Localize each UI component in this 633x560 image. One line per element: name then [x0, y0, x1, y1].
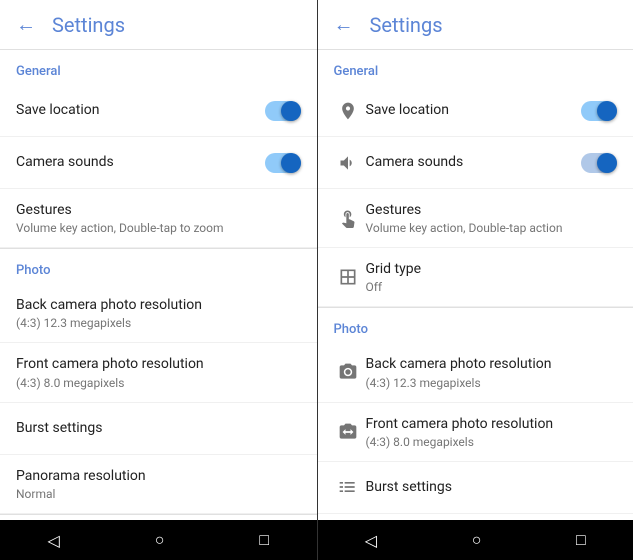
camera-back-icon	[334, 362, 362, 382]
left-gestures[interactable]: Gestures Volume key action, Double-tap t…	[0, 189, 317, 248]
right-title: Settings	[370, 13, 443, 37]
right-settings-list: General Save location Camera sounds	[318, 50, 633, 520]
right-section-general: General	[318, 50, 633, 85]
left-burst-title: Burst settings	[16, 419, 301, 437]
left-panorama-title: Panorama resolution	[16, 467, 301, 485]
right-back-nav[interactable]: ◁	[365, 531, 377, 550]
right-burst-title: Burst settings	[366, 478, 618, 496]
left-save-location-title: Save location	[16, 101, 265, 119]
burst-icon	[334, 477, 362, 497]
left-gestures-title: Gestures	[16, 201, 301, 219]
right-gestures-subtitle: Volume key action, Double-tap action	[366, 221, 618, 235]
right-nav-bar: ◁ ○ □	[318, 520, 633, 560]
right-home-nav[interactable]: ○	[472, 530, 482, 550]
right-grid-type-subtitle: Off	[366, 280, 618, 294]
left-back-button[interactable]: ←	[16, 12, 36, 37]
gesture-icon	[334, 208, 362, 228]
left-header: ← Settings	[0, 0, 317, 50]
left-panorama-res[interactable]: Panorama resolution Normal	[0, 455, 317, 514]
right-save-location-title: Save location	[366, 101, 582, 119]
left-burst-settings[interactable]: Burst settings	[0, 403, 317, 455]
left-recents-nav[interactable]: □	[259, 530, 269, 550]
right-front-camera-res[interactable]: Front camera photo resolution (4:3) 8.0 …	[318, 403, 633, 462]
left-title: Settings	[52, 13, 125, 37]
right-gestures-title: Gestures	[366, 201, 618, 219]
camera-front-icon	[334, 422, 362, 442]
right-camera-sounds[interactable]: Camera sounds	[318, 137, 633, 189]
left-back-nav[interactable]: ◁	[47, 531, 59, 550]
left-front-camera-title: Front camera photo resolution	[16, 355, 301, 373]
sound-icon	[334, 153, 362, 173]
left-section-general: General	[0, 50, 317, 85]
location-icon	[334, 101, 362, 121]
left-front-camera-res[interactable]: Front camera photo resolution (4:3) 8.0 …	[0, 343, 317, 402]
left-camera-sounds-title: Camera sounds	[16, 153, 265, 171]
save-location-toggle-left[interactable]	[265, 101, 301, 121]
left-back-camera-title: Back camera photo resolution	[16, 296, 301, 314]
right-back-camera-res[interactable]: Back camera photo resolution (4:3) 12.3 …	[318, 343, 633, 402]
right-front-camera-title: Front camera photo resolution	[366, 415, 618, 433]
left-front-camera-subtitle: (4:3) 8.0 megapixels	[16, 376, 301, 390]
right-camera-sounds-title: Camera sounds	[366, 153, 582, 171]
right-back-camera-subtitle: (4:3) 12.3 megapixels	[366, 376, 618, 390]
right-save-location[interactable]: Save location	[318, 85, 633, 137]
camera-sounds-toggle-right[interactable]	[581, 153, 617, 173]
right-burst-settings[interactable]: Burst settings	[318, 462, 633, 514]
left-gestures-subtitle: Volume key action, Double-tap to zoom	[16, 221, 301, 235]
left-save-location[interactable]: Save location	[0, 85, 317, 137]
left-back-camera-res[interactable]: Back camera photo resolution (4:3) 12.3 …	[0, 284, 317, 343]
left-back-camera-subtitle: (4:3) 12.3 megapixels	[16, 316, 301, 330]
right-grid-type[interactable]: Grid type Off	[318, 248, 633, 307]
left-home-nav[interactable]: ○	[155, 530, 165, 550]
right-gestures[interactable]: Gestures Volume key action, Double-tap a…	[318, 189, 633, 248]
left-section-photo: Photo	[0, 249, 317, 284]
left-nav-bar: ◁ ○ □	[0, 520, 317, 560]
right-grid-type-title: Grid type	[366, 260, 618, 278]
left-camera-sounds[interactable]: Camera sounds	[0, 137, 317, 189]
right-header: ← Settings	[318, 0, 633, 50]
grid-icon	[334, 267, 362, 287]
right-back-button[interactable]: ←	[334, 12, 354, 37]
right-front-camera-subtitle: (4:3) 8.0 megapixels	[366, 435, 618, 449]
left-settings-list: General Save location Camera sounds	[0, 50, 317, 520]
camera-sounds-toggle-left[interactable]	[265, 153, 301, 173]
save-location-toggle-right[interactable]	[581, 101, 617, 121]
right-section-photo: Photo	[318, 308, 633, 343]
right-back-camera-title: Back camera photo resolution	[366, 355, 618, 373]
left-panorama-subtitle: Normal	[16, 487, 301, 501]
right-recents-nav[interactable]: □	[576, 530, 586, 550]
